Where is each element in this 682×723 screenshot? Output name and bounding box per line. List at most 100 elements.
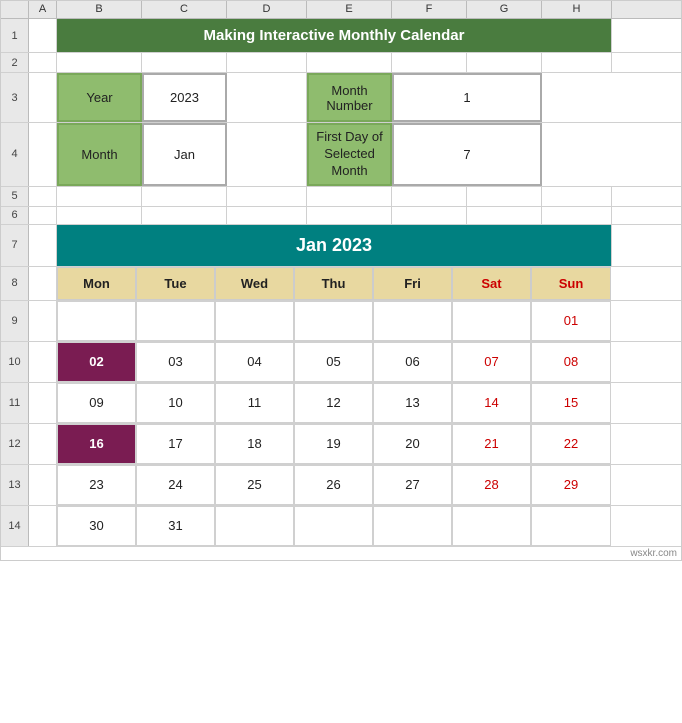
row-9: 9 01 <box>1 301 681 342</box>
row-num-1: 1 <box>1 19 29 52</box>
cal-w5-thu: 26 <box>294 465 373 505</box>
cal-w2-sat: 07 <box>452 342 531 382</box>
cal-w1-thu <box>294 301 373 341</box>
day-header-fri: Fri <box>373 267 452 300</box>
cal-w3-mon: 09 <box>57 383 136 423</box>
cal-w3-sat: 14 <box>452 383 531 423</box>
cal-w1-sun: 01 <box>531 301 611 341</box>
day-fri: Fri <box>404 276 421 291</box>
month-value: Jan <box>174 147 195 162</box>
cal-w2-tue: 03 <box>136 342 215 382</box>
cal-w3-sun: 15 <box>531 383 611 423</box>
row-1: 1 Making Interactive Monthly Calendar <box>1 19 681 53</box>
cell-h5 <box>542 187 612 206</box>
cal-w5-tue: 24 <box>136 465 215 505</box>
year-value-cell: 2023 <box>142 73 227 122</box>
row-2: 2 <box>1 53 681 73</box>
calendar-title: Jan 2023 <box>57 225 611 266</box>
month-number-value: 1 <box>463 90 470 105</box>
month-number-label-cell: Month Number <box>307 73 392 122</box>
cell-d4 <box>227 123 307 186</box>
row-14: 14 30 31 <box>1 506 681 547</box>
cal-w3-fri: 13 <box>373 383 452 423</box>
col-headers: A B C D E F G H <box>1 1 681 19</box>
cell-d6 <box>227 207 307 224</box>
month-label: Month <box>81 147 117 162</box>
cal-w3-tue: 10 <box>136 383 215 423</box>
cal-w5-sat: 28 <box>452 465 531 505</box>
day-mon: Mon <box>83 276 110 291</box>
cell-a8 <box>29 267 57 300</box>
col-header-d: D <box>227 1 307 18</box>
cal-w6-tue: 31 <box>136 506 215 546</box>
cal-w1-tue <box>136 301 215 341</box>
year-label-cell: Year <box>57 73 142 122</box>
col-header-h: H <box>542 1 612 18</box>
row-6: 6 <box>1 207 681 225</box>
day-tue: Tue <box>164 276 186 291</box>
watermark: wsxkr.com <box>1 547 681 560</box>
cal-w4-sat: 21 <box>452 424 531 464</box>
cell-a14 <box>29 506 57 546</box>
cal-w6-mon: 30 <box>57 506 136 546</box>
cell-b6 <box>57 207 142 224</box>
cal-w2-thu: 05 <box>294 342 373 382</box>
cell-c2 <box>142 53 227 72</box>
row-4: 4 Month Jan First Day of Selected Month … <box>1 123 681 187</box>
row-num-13: 13 <box>1 465 29 505</box>
cal-w1-sat <box>452 301 531 341</box>
cell-g6 <box>467 207 542 224</box>
spreadsheet: A B C D E F G H 1 Making Interactive Mon… <box>0 0 682 561</box>
day-header-tue: Tue <box>136 267 215 300</box>
cal-w6-fri <box>373 506 452 546</box>
cal-w4-sun: 22 <box>531 424 611 464</box>
cell-c6 <box>142 207 227 224</box>
calendar-title-text: Jan 2023 <box>296 235 372 256</box>
day-header-thu: Thu <box>294 267 373 300</box>
cell-a5 <box>29 187 57 206</box>
cell-h2 <box>542 53 612 72</box>
day-sun: Sun <box>559 276 584 291</box>
cell-e2 <box>307 53 392 72</box>
month-number-label: Month Number <box>309 83 390 113</box>
row-num-3: 3 <box>1 73 29 122</box>
cell-a13 <box>29 465 57 505</box>
cell-g5 <box>467 187 542 206</box>
cal-w5-wed: 25 <box>215 465 294 505</box>
cal-w1-fri <box>373 301 452 341</box>
cell-f2 <box>392 53 467 72</box>
cell-h6 <box>542 207 612 224</box>
row-num-10: 10 <box>1 342 29 382</box>
cell-e5 <box>307 187 392 206</box>
year-value: 2023 <box>170 90 199 105</box>
row-12: 12 16 17 18 19 20 21 22 <box>1 424 681 465</box>
col-header-b: B <box>57 1 142 18</box>
first-day-value-cell: 7 <box>392 123 542 186</box>
cell-d3 <box>227 73 307 122</box>
first-day-label: First Day of Selected Month <box>313 129 386 180</box>
cell-a3 <box>29 73 57 122</box>
cal-w1-mon <box>57 301 136 341</box>
cell-a6 <box>29 207 57 224</box>
cal-w3-thu: 12 <box>294 383 373 423</box>
cell-a2 <box>29 53 57 72</box>
first-day-value: 7 <box>463 147 470 162</box>
cal-w6-sat <box>452 506 531 546</box>
cell-a11 <box>29 383 57 423</box>
cell-g2 <box>467 53 542 72</box>
cal-w2-fri: 06 <box>373 342 452 382</box>
cell-c5 <box>142 187 227 206</box>
cell-e6 <box>307 207 392 224</box>
row-num-4: 4 <box>1 123 29 186</box>
cell-title: Making Interactive Monthly Calendar <box>57 19 612 52</box>
cal-w3-wed: 11 <box>215 383 294 423</box>
row-num-6: 6 <box>1 207 29 224</box>
cell-d5 <box>227 187 307 206</box>
day-header-wed: Wed <box>215 267 294 300</box>
first-day-label-cell: First Day of Selected Month <box>307 123 392 186</box>
title-bar: Making Interactive Monthly Calendar <box>57 19 611 52</box>
title-text: Making Interactive Monthly Calendar <box>204 27 465 44</box>
cal-w1-wed <box>215 301 294 341</box>
col-header-f: F <box>392 1 467 18</box>
row-8: 8 Mon Tue Wed Thu Fri Sat Sun <box>1 267 681 301</box>
